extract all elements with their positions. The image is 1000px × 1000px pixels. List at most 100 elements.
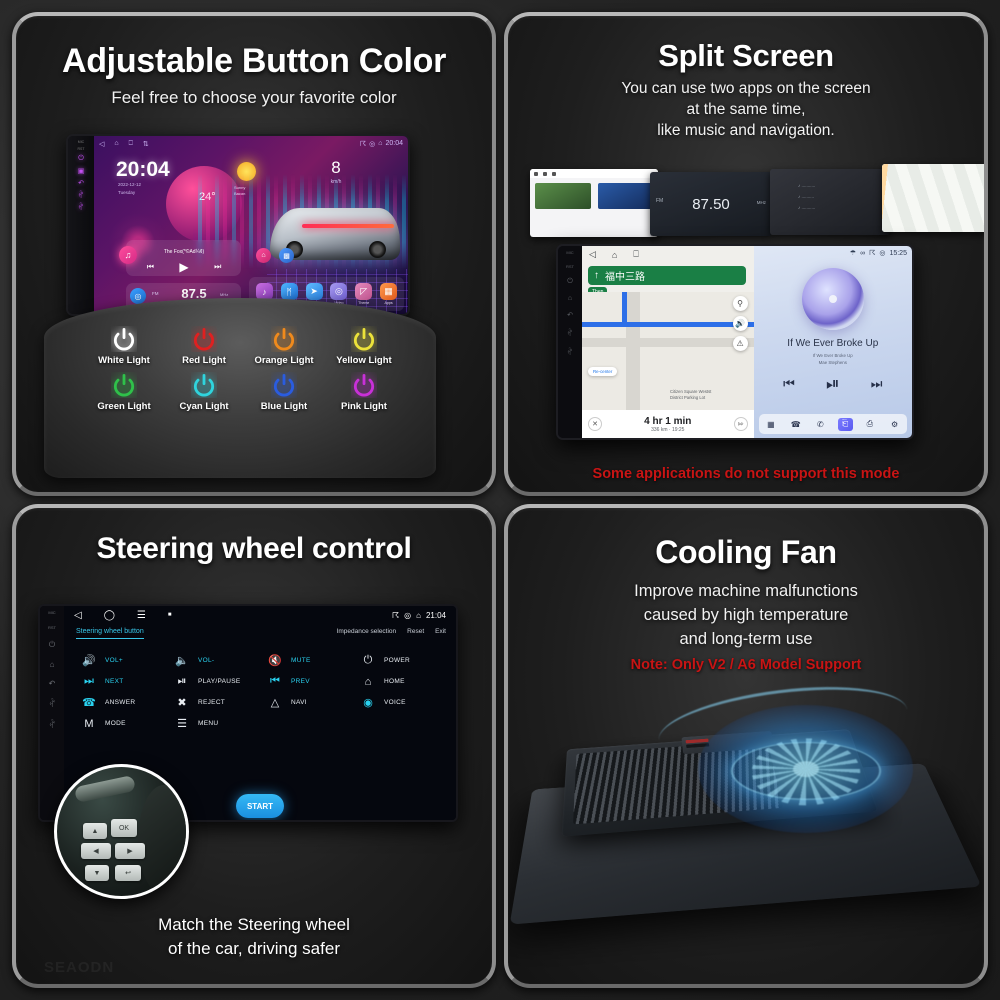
play-pause-icon[interactable]: ⏯ bbox=[826, 374, 840, 394]
wheel-key-right[interactable]: ▶ bbox=[115, 843, 145, 859]
recents-nav-icon[interactable]: ⎕ bbox=[129, 140, 133, 148]
light-option-yellow[interactable]: Yellow Light bbox=[324, 326, 404, 366]
map-report-icon[interactable]: ⚠ bbox=[732, 336, 748, 351]
volume-up-icon[interactable]: ꏺ bbox=[49, 719, 55, 730]
map-sound-icon[interactable]: 🔊 bbox=[732, 316, 748, 331]
reset-button[interactable]: Reset bbox=[407, 628, 424, 635]
next-track-icon[interactable]: ⏭ bbox=[214, 262, 221, 272]
route-options-icon[interactable]: ⇰ bbox=[733, 417, 748, 431]
light-option-red[interactable]: Red Light bbox=[164, 326, 244, 366]
music-status-bar: ☂ ∞ ☈ ◎ 15:25 bbox=[850, 249, 907, 258]
mode-icon: M bbox=[84, 717, 94, 730]
sw-button-home[interactable]: ⌂ HOME bbox=[353, 675, 446, 688]
quick-eq-icon[interactable]: ▩ bbox=[279, 248, 294, 263]
collage-list-rows: ♪ ........... ♪ .......... ♪ ........... bbox=[798, 183, 816, 210]
light-option-blue[interactable]: Blue Light bbox=[244, 372, 324, 412]
back-nav-icon[interactable]: ◁ bbox=[74, 610, 82, 621]
collage-app-list: ♪ ........... ♪ .......... ♪ ........... bbox=[770, 169, 890, 235]
screen-cast-icon[interactable]: ⎙ bbox=[862, 418, 877, 431]
sw-button-voice[interactable]: ◉ VOICE bbox=[353, 696, 446, 709]
volume-down-icon[interactable]: ꏺ bbox=[77, 190, 86, 200]
car-wheel bbox=[369, 241, 386, 258]
steering-wheel-photo: OK ▲ ◀ ▶ ▼ ↩ bbox=[54, 764, 189, 899]
close-nav-icon[interactable]: ✕ bbox=[588, 417, 602, 431]
wheel-key-left[interactable]: ◀ bbox=[81, 843, 111, 859]
recenter-button[interactable]: Re-center bbox=[588, 367, 618, 376]
subtitle-line: at the same time, bbox=[686, 100, 806, 118]
back-icon[interactable]: ↶ bbox=[567, 311, 573, 319]
panel2-subtitle: You can use two apps on the screen at th… bbox=[508, 79, 984, 142]
volume-down-icon[interactable]: ꏺ bbox=[567, 328, 572, 338]
sw-button-mute[interactable]: 🔇 MUTE bbox=[260, 654, 353, 667]
dock-app-apps[interactable]: ▦ Apps bbox=[380, 283, 398, 305]
panel3-caption: Match the Steering wheel of the car, dri… bbox=[16, 913, 492, 962]
dialer-icon[interactable]: ✆ bbox=[813, 418, 828, 431]
wheel-stalk bbox=[73, 774, 137, 804]
light-option-cyan[interactable]: Cyan Light bbox=[164, 372, 244, 412]
sw-button-next[interactable]: ⏭ NEXT bbox=[74, 675, 167, 688]
sw-button-navi[interactable]: △ NAVI bbox=[260, 696, 353, 709]
exit-button[interactable]: Exit bbox=[435, 628, 446, 635]
camera-icon[interactable]: ▣ bbox=[77, 166, 86, 175]
dock-app-video[interactable]: ◎ Video bbox=[330, 283, 348, 305]
back-icon[interactable]: ↶ bbox=[49, 679, 56, 688]
recents-nav-icon[interactable]: ⎕ bbox=[633, 249, 638, 260]
volume-up-icon[interactable]: ꏺ bbox=[567, 347, 572, 357]
next-track-icon[interactable]: ⏭ bbox=[871, 376, 883, 392]
stop-nav-icon[interactable]: ■ bbox=[168, 612, 172, 618]
menu-nav-icon[interactable]: ☰ bbox=[137, 610, 146, 621]
wheel-key-up[interactable]: ▲ bbox=[83, 823, 107, 839]
sw-button-volume-up[interactable]: 🔊 VOL+ bbox=[74, 654, 167, 667]
light-option-pink[interactable]: Pink Light bbox=[324, 372, 404, 412]
quick-home-icon[interactable]: ⌂ bbox=[256, 248, 271, 263]
prev-track-icon[interactable]: ⏮ bbox=[147, 262, 154, 272]
split-screen-icon[interactable]: ⎗ bbox=[837, 417, 853, 431]
power-icon[interactable]: ⏻ bbox=[77, 154, 86, 163]
volume-up-icon[interactable]: ꏺ bbox=[77, 202, 86, 212]
nav-map[interactable]: Citizen Square Westst District Parking L… bbox=[582, 292, 754, 410]
light-option-white[interactable]: White Light bbox=[84, 326, 164, 366]
sw-button-answer[interactable]: ☎ ANSWER bbox=[74, 696, 167, 709]
apps-grid-icon[interactable]: ▦ bbox=[763, 418, 778, 431]
sw-button-prev[interactable]: ⏮ PREV bbox=[260, 675, 353, 688]
sw-button-label: VOICE bbox=[384, 699, 406, 706]
prev-track-icon[interactable]: ⏮ bbox=[783, 376, 795, 392]
volume-down-icon[interactable]: ꏺ bbox=[49, 698, 55, 709]
map-search-icon[interactable]: ⚲ bbox=[732, 296, 748, 311]
subtitle-line: like music and navigation. bbox=[657, 121, 835, 139]
settings-gear-icon[interactable]: ⚙ bbox=[887, 418, 902, 431]
wheel-key-back[interactable]: ↩ bbox=[115, 865, 141, 881]
phone-icon[interactable]: ☎ bbox=[788, 418, 803, 431]
power-icon[interactable]: ⏻ bbox=[567, 278, 573, 286]
sw-button-reject[interactable]: ✖ REJECT bbox=[167, 696, 260, 709]
sw-button-volume-down[interactable]: 🔈 VOL- bbox=[167, 654, 260, 667]
start-button[interactable]: START bbox=[236, 794, 284, 818]
wheel-key-ok[interactable]: OK bbox=[111, 819, 137, 837]
sw-button-power[interactable]: ⏻ POWER bbox=[353, 654, 446, 667]
home-nav-icon[interactable]: ⌂ bbox=[612, 250, 617, 260]
split-nav-icon[interactable]: ⇅ bbox=[143, 140, 149, 148]
impedance-selection-button[interactable]: Impedance selection bbox=[337, 628, 397, 635]
light-option-green[interactable]: Green Light bbox=[84, 372, 164, 412]
play-icon[interactable]: ▶ bbox=[179, 260, 188, 274]
home-icon[interactable]: ⌂ bbox=[50, 660, 55, 669]
sw-button-mode[interactable]: M MODE bbox=[74, 717, 167, 730]
home-icon[interactable]: ⌂ bbox=[568, 295, 572, 302]
light-option-orange[interactable]: Orange Light bbox=[244, 326, 324, 366]
tab-steering-wheel-button[interactable]: Steering wheel button bbox=[76, 628, 144, 639]
cooling-fan-product-photo bbox=[508, 675, 984, 984]
sw-button-play-pause[interactable]: ⏯ PLAY/PAUSE bbox=[167, 675, 260, 688]
dock-app-theme[interactable]: ◸ Theme bbox=[355, 283, 373, 305]
back-nav-icon[interactable]: ◁ bbox=[589, 249, 596, 260]
back-nav-icon[interactable]: ◁ bbox=[99, 140, 104, 148]
home-nav-icon[interactable]: ⌂ bbox=[114, 140, 118, 147]
back-icon[interactable]: ↶ bbox=[77, 178, 86, 187]
music-player-controls: ⏮ ⏯ ⏭ bbox=[754, 374, 912, 394]
device-sidebar: MIC RST ⏻ ⌂ ↶ ꏺ ꏺ bbox=[40, 606, 64, 820]
wheel-key-down[interactable]: ▼ bbox=[85, 865, 109, 881]
home-nav-icon[interactable]: ◯ bbox=[104, 610, 115, 621]
sw-button-menu[interactable]: ☰ MENU bbox=[167, 717, 260, 730]
power-icon[interactable]: ⏻ bbox=[49, 640, 55, 650]
dock-label: Theme bbox=[358, 301, 370, 305]
collage-app-radio: 87.50 FM MHz bbox=[650, 172, 772, 236]
